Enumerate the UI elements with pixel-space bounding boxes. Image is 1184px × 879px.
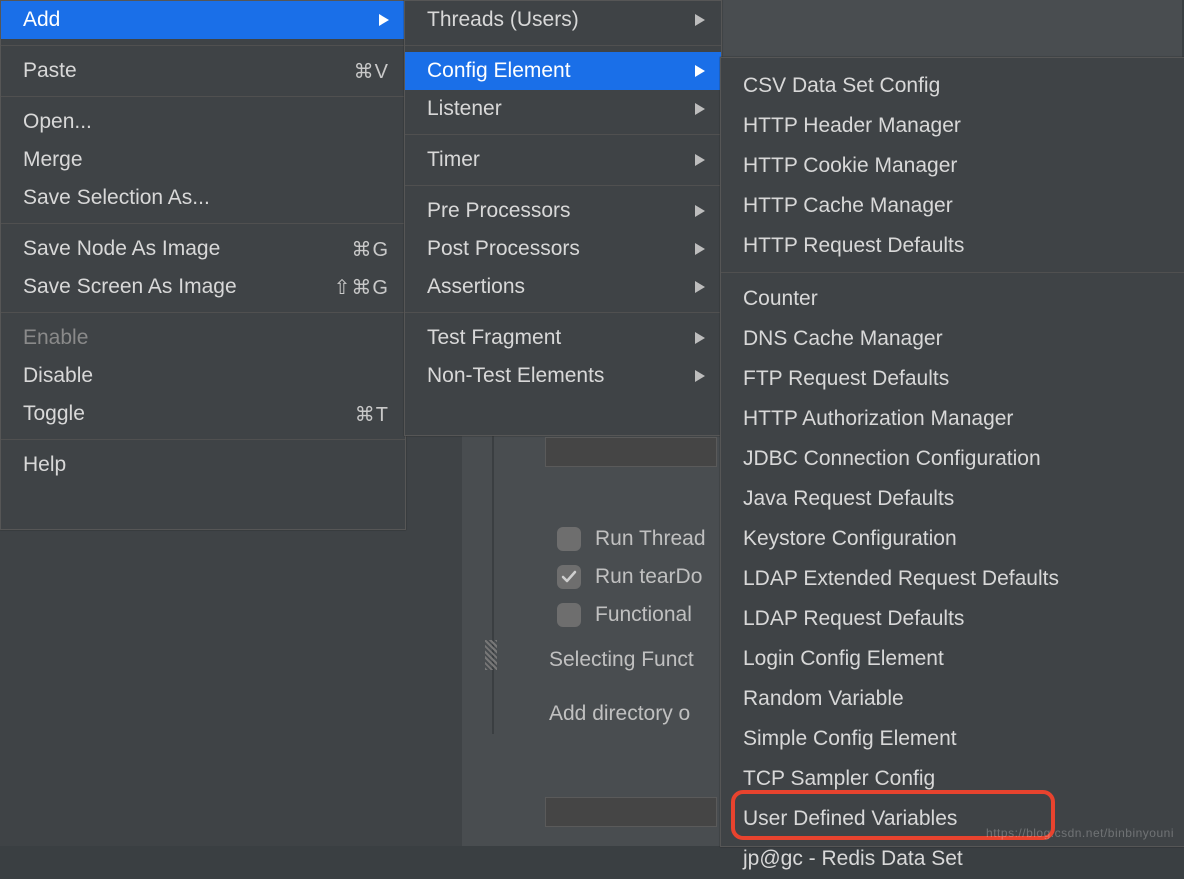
menu-random-variable[interactable]: Random Variable (721, 679, 1184, 719)
menu-enable: Enable (1, 319, 405, 357)
text-field-top[interactable] (545, 437, 717, 467)
menu-test-fragment[interactable]: Test Fragment (405, 319, 721, 357)
add-dir-line: Add directory o (459, 702, 739, 726)
menu-separator (1, 45, 405, 46)
menu-csv-data-set[interactable]: CSV Data Set Config (721, 66, 1184, 106)
selecting-line: Selecting Funct (459, 648, 739, 672)
menu-assertions[interactable]: Assertions (405, 268, 721, 306)
menu-separator (405, 185, 721, 186)
menu-add-label: Add (23, 8, 379, 32)
menu-add[interactable]: Add (1, 1, 405, 39)
menu-paste-label: Paste (23, 59, 354, 83)
checkbox-unchecked-icon[interactable] (557, 527, 581, 551)
functional-label: Functional (595, 603, 692, 627)
submenu-arrow-icon (695, 154, 705, 166)
menu-separator (405, 45, 721, 46)
shortcut-label: ⌘T (355, 402, 389, 427)
menu-listener[interactable]: Listener (405, 90, 721, 128)
checkbox-checked-icon[interactable] (557, 565, 581, 589)
menu-save-node-image[interactable]: Save Node As Image ⌘G (1, 230, 405, 268)
menu-disable[interactable]: Disable (1, 357, 405, 395)
menu-counter[interactable]: Counter (721, 279, 1184, 319)
menu-http-request-defaults[interactable]: HTTP Request Defaults (721, 226, 1184, 266)
submenu-config-element: CSV Data Set Config HTTP Header Manager … (720, 57, 1184, 847)
menu-keystore-config[interactable]: Keystore Configuration (721, 519, 1184, 559)
menu-simple-config[interactable]: Simple Config Element (721, 719, 1184, 759)
submenu-arrow-icon (379, 14, 389, 26)
background-options: Run Thread Run tearDo Functional Selecti… (459, 520, 739, 726)
menu-http-cache-manager[interactable]: HTTP Cache Manager (721, 186, 1184, 226)
menu-separator (1, 223, 405, 224)
menu-save-selection[interactable]: Save Selection As... (1, 179, 405, 217)
run-thread-row[interactable]: Run Thread (459, 520, 739, 558)
submenu-add: Threads (Users) Config Element Listener … (404, 0, 722, 436)
menu-non-test-elements[interactable]: Non-Test Elements (405, 357, 721, 395)
submenu-arrow-icon (695, 205, 705, 217)
menu-ldap-extended[interactable]: LDAP Extended Request Defaults (721, 559, 1184, 599)
menu-ftp-request-defaults[interactable]: FTP Request Defaults (721, 359, 1184, 399)
menu-redis-data-set[interactable]: jp@gc - Redis Data Set (721, 839, 1184, 879)
submenu-arrow-icon (695, 14, 705, 26)
menu-paste[interactable]: Paste ⌘V (1, 52, 405, 90)
watermark: https://blog.csdn.net/binbinyouni (986, 826, 1174, 840)
menu-ldap-request-defaults[interactable]: LDAP Request Defaults (721, 599, 1184, 639)
menu-http-header-manager[interactable]: HTTP Header Manager (721, 106, 1184, 146)
menu-merge[interactable]: Merge (1, 141, 405, 179)
shortcut-label: ⌘V (354, 59, 389, 84)
run-thread-label: Run Thread (595, 527, 706, 551)
menu-http-auth-manager[interactable]: HTTP Authorization Manager (721, 399, 1184, 439)
menu-login-config[interactable]: Login Config Element (721, 639, 1184, 679)
submenu-arrow-icon (695, 332, 705, 344)
menu-timer[interactable]: Timer (405, 141, 721, 179)
run-teardown-label: Run tearDo (595, 565, 702, 589)
menu-dns-cache-manager[interactable]: DNS Cache Manager (721, 319, 1184, 359)
menu-separator (405, 134, 721, 135)
menu-separator (721, 272, 1184, 273)
menu-help[interactable]: Help (1, 446, 405, 484)
functional-row[interactable]: Functional (459, 596, 739, 634)
menu-http-cookie-manager[interactable]: HTTP Cookie Manager (721, 146, 1184, 186)
menu-jdbc-connection[interactable]: JDBC Connection Configuration (721, 439, 1184, 479)
submenu-arrow-icon (695, 103, 705, 115)
menu-separator (1, 312, 405, 313)
run-teardown-row[interactable]: Run tearDo (459, 558, 739, 596)
menu-save-screen-image[interactable]: Save Screen As Image ⇧⌘G (1, 268, 405, 306)
menu-pre-processors[interactable]: Pre Processors (405, 192, 721, 230)
checkbox-unchecked-icon[interactable] (557, 603, 581, 627)
context-menu-1: Add Paste ⌘V Open... Merge Save Selectio… (0, 0, 406, 530)
shortcut-label: ⇧⌘G (334, 275, 389, 300)
menu-separator (1, 439, 405, 440)
submenu-arrow-icon (695, 65, 705, 77)
menu-java-request-defaults[interactable]: Java Request Defaults (721, 479, 1184, 519)
submenu-arrow-icon (695, 243, 705, 255)
menu-separator (1, 96, 405, 97)
submenu-arrow-icon (695, 281, 705, 293)
text-field-bottom[interactable] (545, 797, 717, 827)
menu-post-processors[interactable]: Post Processors (405, 230, 721, 268)
menu-toggle[interactable]: Toggle ⌘T (1, 395, 405, 433)
menu-open[interactable]: Open... (1, 103, 405, 141)
menu-threads[interactable]: Threads (Users) (405, 1, 721, 39)
shortcut-label: ⌘G (351, 237, 389, 262)
submenu-arrow-icon (695, 370, 705, 382)
menu-separator (405, 312, 721, 313)
menu-config-element[interactable]: Config Element (405, 52, 721, 90)
